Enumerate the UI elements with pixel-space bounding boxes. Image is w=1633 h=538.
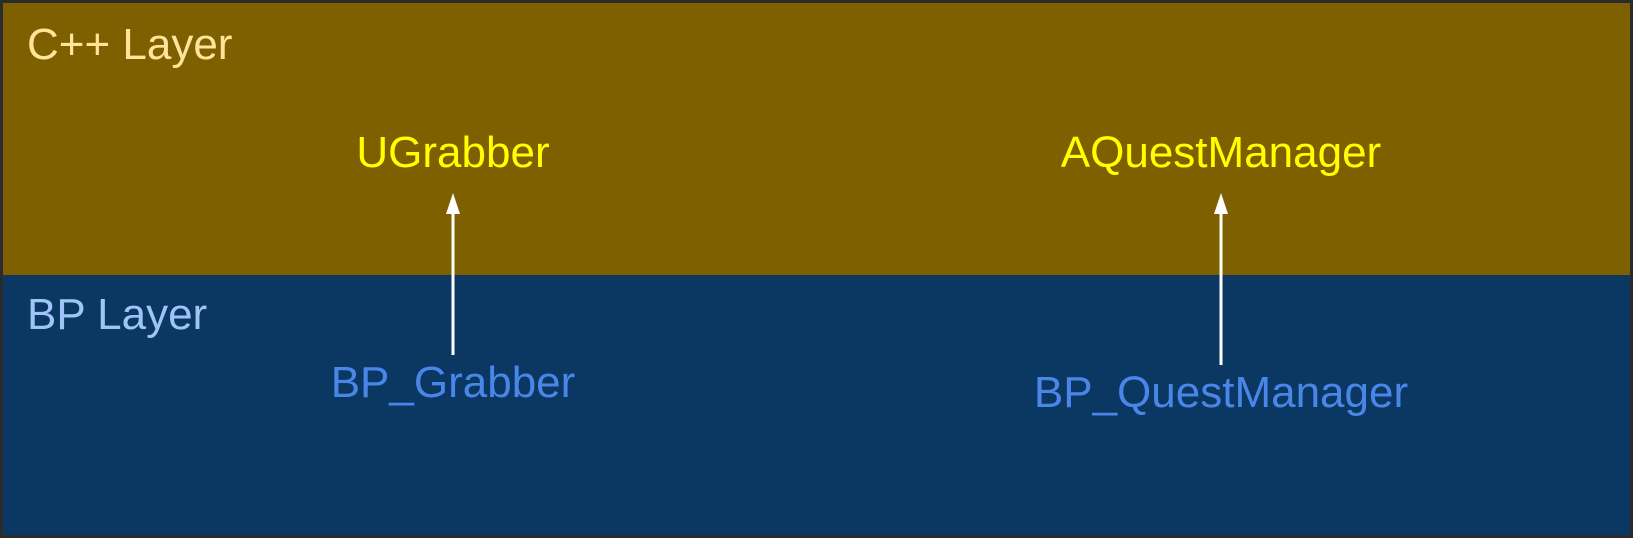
cpp-layer-title: C++ Layer [27, 20, 233, 69]
cpp-layer: C++ Layer UGrabber AQuestManager [3, 3, 1630, 275]
bp-layer-title: BP Layer [27, 290, 208, 339]
class-bp-questmanager: BP_QuestManager [1033, 368, 1409, 417]
bp-layer: BP Layer BP_Grabber BP_QuestManager [3, 275, 1630, 535]
diagram-canvas: C++ Layer UGrabber AQuestManager BP Laye… [0, 0, 1633, 538]
class-ugrabber: UGrabber [356, 128, 550, 177]
class-aquestmanager: AQuestManager [1060, 128, 1382, 177]
class-bp-grabber: BP_Grabber [330, 358, 576, 407]
